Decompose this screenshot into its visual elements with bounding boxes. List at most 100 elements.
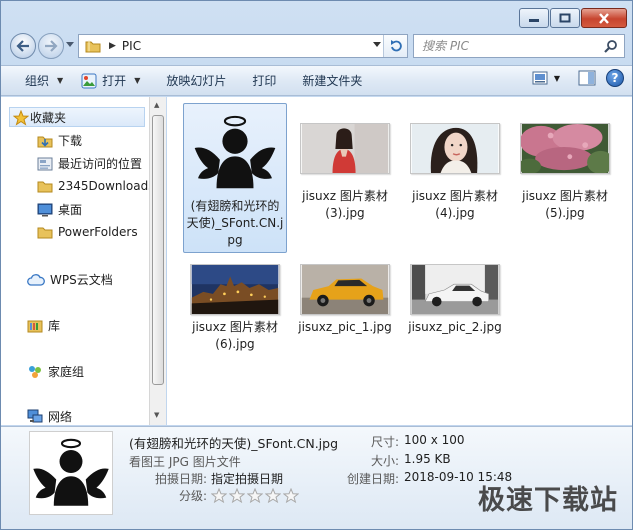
minimize-icon: [529, 19, 539, 22]
details-created-label: 创建日期:: [347, 472, 400, 486]
close-button[interactable]: [581, 8, 627, 28]
file-item[interactable]: jisuxz_pic_1.jpg: [293, 254, 397, 337]
details-rating-label: 分级:: [179, 489, 208, 503]
file-list: (有翅膀和光环的天使)_SFont.CN.jpg jisuxz 图片素材(3).…: [167, 97, 632, 425]
chevron-down-icon: ▼: [553, 73, 560, 83]
address-bar[interactable]: ▶ PIC: [78, 34, 408, 58]
details-size-label: 大小:: [371, 454, 400, 468]
nav-desktop[interactable]: 桌面: [37, 201, 82, 218]
details-type: 看图王 JPG 图片文件: [129, 455, 241, 469]
file-thumbnail: [184, 259, 286, 319]
nav-homegroup[interactable]: 家庭组: [27, 363, 84, 380]
desktop-icon: [37, 203, 53, 216]
details-filename: (有翅膀和光环的天使)_SFont.CN.jpg: [129, 436, 339, 451]
nav-recent-places[interactable]: 最近访问的位置: [37, 155, 142, 172]
maximize-button[interactable]: [550, 8, 580, 28]
nav-recent-label: 最近访问的位置: [58, 157, 143, 171]
command-bar: 组织 ▼ 打开 ▼ 放映幻灯片 打印 新建文件夹 ▼ ?: [1, 65, 632, 96]
nav-favorites[interactable]: 收藏夹: [9, 107, 145, 127]
change-view-button[interactable]: ▼: [532, 71, 560, 85]
star-empty-icon[interactable]: [229, 488, 245, 503]
file-name: (有翅膀和光环的天使)_SFont.CN.jpg: [186, 199, 284, 247]
nav-library[interactable]: 库: [27, 317, 60, 334]
forward-button[interactable]: [38, 33, 64, 59]
help-icon[interactable]: ?: [606, 69, 624, 87]
slideshow-button[interactable]: 放映幻灯片: [158, 68, 234, 93]
photo-woman-portrait-image: [410, 122, 500, 174]
file-name: jisuxz 图片素材(5).jpg: [522, 189, 608, 220]
print-button[interactable]: 打印: [244, 68, 284, 93]
folder-icon: [37, 227, 53, 239]
cloud-icon: [27, 273, 45, 286]
close-icon: [599, 12, 609, 24]
file-item[interactable]: jisuxz 图片素材(6).jpg: [183, 254, 287, 354]
breadcrumb-pic[interactable]: PIC: [122, 39, 141, 53]
details-taken-value[interactable]: 指定拍摄日期: [211, 470, 283, 487]
homegroup-icon: [29, 365, 41, 378]
details-pane: (有翅膀和光环的天使)_SFont.CN.jpg 看图王 JPG 图片文件 拍摄…: [1, 426, 632, 529]
chevron-down-icon: ▼: [134, 76, 141, 85]
recent-pages-dropdown[interactable]: [66, 42, 74, 48]
nav-network-label: 网络: [48, 410, 73, 424]
star-icon: [13, 110, 29, 126]
star-empty-icon[interactable]: [283, 488, 299, 503]
nav-wps-cloud[interactable]: WPS云文档: [27, 271, 113, 288]
nav-network[interactable]: 网络: [27, 408, 72, 425]
star-empty-icon[interactable]: [247, 488, 263, 503]
chevron-down-icon[interactable]: [373, 42, 381, 48]
file-thumbnail: [404, 259, 506, 319]
maximize-icon: [559, 13, 571, 23]
refresh-button[interactable]: [383, 35, 407, 57]
photo-white-sports-car-image: [410, 263, 500, 315]
file-thumbnail: [184, 108, 286, 198]
file-thumbnail: [404, 108, 506, 188]
file-name: jisuxz 图片素材(3).jpg: [302, 189, 388, 220]
details-dimensions-value: 100 x 100: [404, 433, 465, 447]
minimize-button[interactable]: [519, 8, 549, 28]
search-input[interactable]: [422, 39, 597, 53]
details-size-value: 1.95 KB: [404, 452, 451, 466]
scroll-down-icon[interactable]: ▼: [154, 411, 159, 419]
nav-download-label: 下载: [58, 134, 83, 148]
open-label: 打开: [102, 74, 127, 88]
details-thumbnail: [29, 431, 113, 515]
organize-button[interactable]: 组织 ▼: [17, 68, 71, 93]
nav-wps-label: WPS云文档: [50, 273, 113, 287]
nav-powerfolders[interactable]: PowerFolders: [37, 224, 138, 240]
file-thumbnail: [514, 108, 616, 188]
recent-places-icon: [37, 157, 53, 170]
file-item[interactable]: jisuxz 图片素材(4).jpg: [403, 103, 507, 223]
nav-desktop-label: 桌面: [58, 203, 83, 217]
file-item[interactable]: jisuxz 图片素材(3).jpg: [293, 103, 397, 223]
nav-favorites-label: 收藏夹: [30, 110, 67, 125]
search-box[interactable]: [413, 34, 625, 58]
preview-pane-icon[interactable]: [578, 70, 596, 86]
nav-download[interactable]: 下载: [37, 132, 82, 149]
file-thumbnail: [294, 108, 396, 188]
open-button[interactable]: 打开 ▼: [73, 68, 148, 93]
search-icon[interactable]: [604, 39, 618, 53]
nav-scrollbar[interactable]: ▲ ▼: [149, 97, 166, 425]
nav-powerfolders-label: PowerFolders: [58, 225, 138, 239]
file-item[interactable]: jisuxz 图片素材(5).jpg: [513, 103, 617, 223]
view-controls: ▼ ?: [532, 69, 624, 87]
scroll-up-icon[interactable]: ▲: [154, 101, 159, 109]
star-empty-icon[interactable]: [265, 488, 281, 503]
scrollbar-thumb[interactable]: [152, 115, 164, 385]
nav-2345downloads[interactable]: 2345Downloads: [37, 178, 149, 194]
star-empty-icon[interactable]: [211, 488, 227, 503]
file-item[interactable]: (有翅膀和光环的天使)_SFont.CN.jpg: [183, 103, 287, 253]
print-label: 打印: [252, 74, 277, 88]
details-dimensions-label: 尺寸:: [371, 435, 400, 449]
library-icon: [27, 320, 43, 332]
file-name: jisuxz_pic_2.jpg: [408, 320, 502, 334]
nav-homegroup-label: 家庭组: [48, 365, 85, 379]
new-folder-label: 新建文件夹: [302, 74, 363, 88]
new-folder-button[interactable]: 新建文件夹: [294, 68, 370, 93]
rating-stars[interactable]: [211, 488, 299, 503]
breadcrumb-separator[interactable]: ▶: [109, 41, 116, 51]
back-button[interactable]: [10, 33, 36, 59]
site-watermark: 极速下载站: [478, 485, 618, 516]
file-name: jisuxz_pic_1.jpg: [298, 320, 392, 334]
file-item[interactable]: jisuxz_pic_2.jpg: [403, 254, 507, 337]
